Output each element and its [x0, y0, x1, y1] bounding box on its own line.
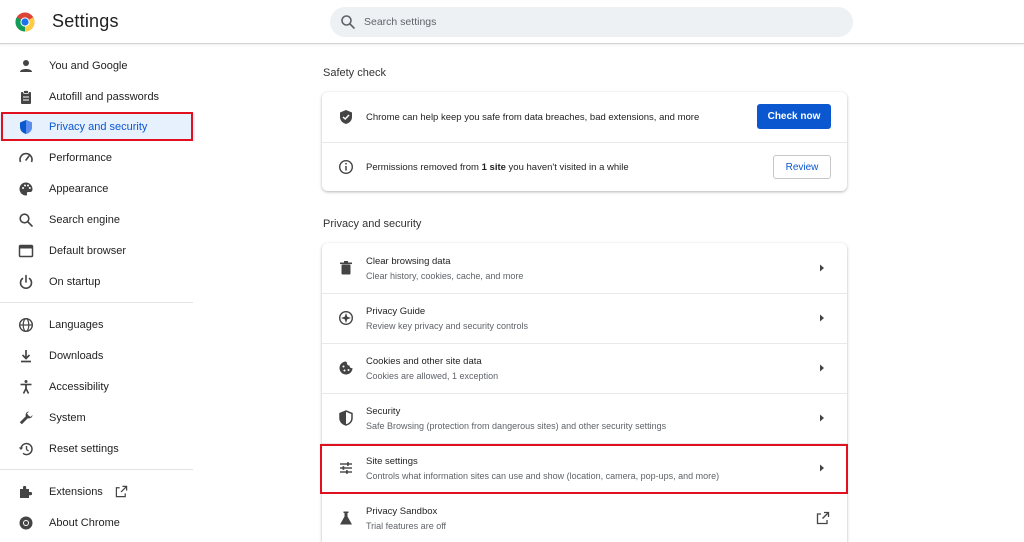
shield-check-icon [340, 110, 352, 124]
puzzle-icon [20, 485, 33, 498]
accessibility-icon [20, 380, 32, 394]
privacy-row-clear-browsing-data[interactable]: Clear browsing data Clear history, cooki… [322, 243, 847, 293]
external-link-icon [816, 511, 830, 525]
sidebar-item-label: You and Google [49, 60, 128, 72]
chevron-right-icon [820, 464, 824, 472]
permissions-count: 1 site [481, 162, 506, 173]
row-subtitle: Cookies are allowed, 1 exception [366, 371, 499, 381]
privacy-row-privacy-sandbox[interactable]: Privacy Sandbox Trial features are off [322, 493, 847, 542]
permissions-text-pre: Permissions removed from [366, 162, 482, 173]
cookie-icon [339, 361, 353, 375]
sidebar-item-label: Performance [49, 152, 112, 164]
privacy-row-security[interactable]: Security Safe Browsing (protection from … [322, 393, 847, 443]
row-title: Privacy Guide [366, 306, 426, 317]
sidebar-item-label: Appearance [49, 183, 109, 195]
sidebar-item-system[interactable]: System [0, 404, 195, 432]
chrome-icon [19, 516, 33, 530]
external-link-icon [115, 485, 128, 498]
row-title: Privacy Sandbox [366, 506, 438, 517]
globe-icon [18, 317, 34, 333]
chrome-logo-icon [15, 12, 35, 32]
safety-check-card: Chrome can help keep you safe from data … [322, 92, 847, 191]
sidebar-item-label: Privacy and security [49, 121, 148, 133]
sidebar-item-reset-settings[interactable]: Reset settings [0, 435, 195, 463]
safety-check-text: Chrome can help keep you safe from data … [366, 112, 700, 123]
sidebar-item-default-browser[interactable]: Default browser [0, 237, 195, 265]
row-subtitle: Safe Browsing (protection from dangerous… [366, 421, 667, 431]
shield-icon [339, 410, 353, 426]
chevron-right-icon [820, 314, 824, 322]
search-box[interactable] [330, 7, 853, 37]
row-subtitle: Review key privacy and security controls [366, 321, 529, 331]
privacy-row-privacy-guide[interactable]: Privacy Guide Review key privacy and sec… [322, 293, 847, 343]
info-icon [338, 159, 354, 175]
sidebar-item-extensions[interactable]: Extensions [0, 478, 195, 506]
sidebar-item-privacy[interactable]: Privacy and security [0, 113, 195, 141]
permissions-text: Permissions removed from 1 site you have… [366, 162, 629, 173]
sidebar-item-label: Autofill and passwords [49, 91, 160, 103]
sidebar-item-label: Accessibility [49, 381, 109, 393]
sidebar-item-label: Reset settings [49, 443, 119, 455]
permissions-row: Permissions removed from 1 site you have… [322, 142, 847, 191]
power-icon [19, 274, 33, 290]
section-title-safety-check: Safety check [323, 67, 386, 79]
sliders-icon [340, 462, 352, 474]
clipboard-icon [21, 90, 31, 104]
sidebar-item-search-engine[interactable]: Search engine [0, 206, 195, 234]
download-icon [21, 350, 31, 363]
sidebar-item-performance[interactable]: Performance [0, 144, 195, 172]
review-button[interactable]: Review [773, 155, 831, 179]
person-icon [20, 60, 32, 72]
privacy-row-cookies[interactable]: Cookies and other site data Cookies are … [322, 343, 847, 393]
chevron-right-icon [820, 414, 824, 422]
sidebar-item-label: About Chrome [49, 517, 120, 529]
sidebar-item-label: Search engine [49, 214, 120, 226]
palette-icon [19, 182, 33, 196]
row-title: Clear browsing data [366, 256, 451, 267]
sidebar-item-label: Extensions [49, 486, 103, 498]
row-title: Security [366, 406, 401, 417]
chevron-right-icon [820, 264, 824, 272]
shield-icon [20, 120, 32, 134]
sidebar-divider [0, 302, 193, 303]
sidebar-item-languages[interactable]: Languages [0, 311, 195, 339]
row-title: Cookies and other site data [366, 356, 482, 367]
row-subtitle: Trial features are off [366, 521, 447, 531]
sidebar-item-label: Default browser [49, 245, 127, 257]
check-now-button[interactable]: Check now [757, 104, 831, 129]
app-title: Settings [52, 11, 119, 31]
wrench-icon [19, 411, 33, 425]
history-icon [18, 442, 33, 456]
sidebar-item-label: On startup [49, 276, 101, 288]
sidebar-item-on-startup[interactable]: On startup [0, 268, 195, 296]
privacy-card: Clear browsing data Clear history, cooki… [322, 243, 847, 542]
sidebar-item-about-chrome[interactable]: About Chrome [0, 509, 195, 537]
header: Settings [0, 0, 1024, 44]
sidebar-item-appearance[interactable]: Appearance [0, 175, 195, 203]
flask-icon [340, 511, 352, 525]
sidebar-divider [0, 469, 193, 470]
trash-icon [340, 261, 352, 275]
compass-icon [338, 310, 354, 326]
privacy-row-site-settings[interactable]: Site settings Controls what information … [322, 443, 847, 493]
speedometer-icon [19, 152, 33, 163]
row-subtitle: Controls what information sites can use … [366, 471, 720, 481]
section-title-privacy: Privacy and security [323, 218, 422, 230]
sidebar-item-label: Downloads [49, 350, 104, 362]
sidebar-item-accessibility[interactable]: Accessibility [0, 373, 195, 401]
search-icon [341, 15, 355, 29]
browser-icon [18, 244, 34, 258]
row-title: Site settings [366, 456, 418, 467]
sidebar-item-you-and-google[interactable]: You and Google [0, 52, 195, 80]
permissions-text-post: you haven't visited in a while [505, 162, 629, 173]
search-input[interactable] [364, 7, 834, 37]
safety-check-row: Chrome can help keep you safe from data … [322, 92, 847, 142]
chevron-right-icon [820, 364, 824, 372]
search-icon [19, 213, 33, 227]
sidebar-item-label: Languages [49, 319, 104, 331]
sidebar-item-label: System [49, 412, 86, 424]
sidebar-item-autofill[interactable]: Autofill and passwords [0, 83, 195, 111]
sidebar-item-downloads[interactable]: Downloads [0, 342, 195, 370]
row-subtitle: Clear history, cookies, cache, and more [366, 271, 524, 281]
